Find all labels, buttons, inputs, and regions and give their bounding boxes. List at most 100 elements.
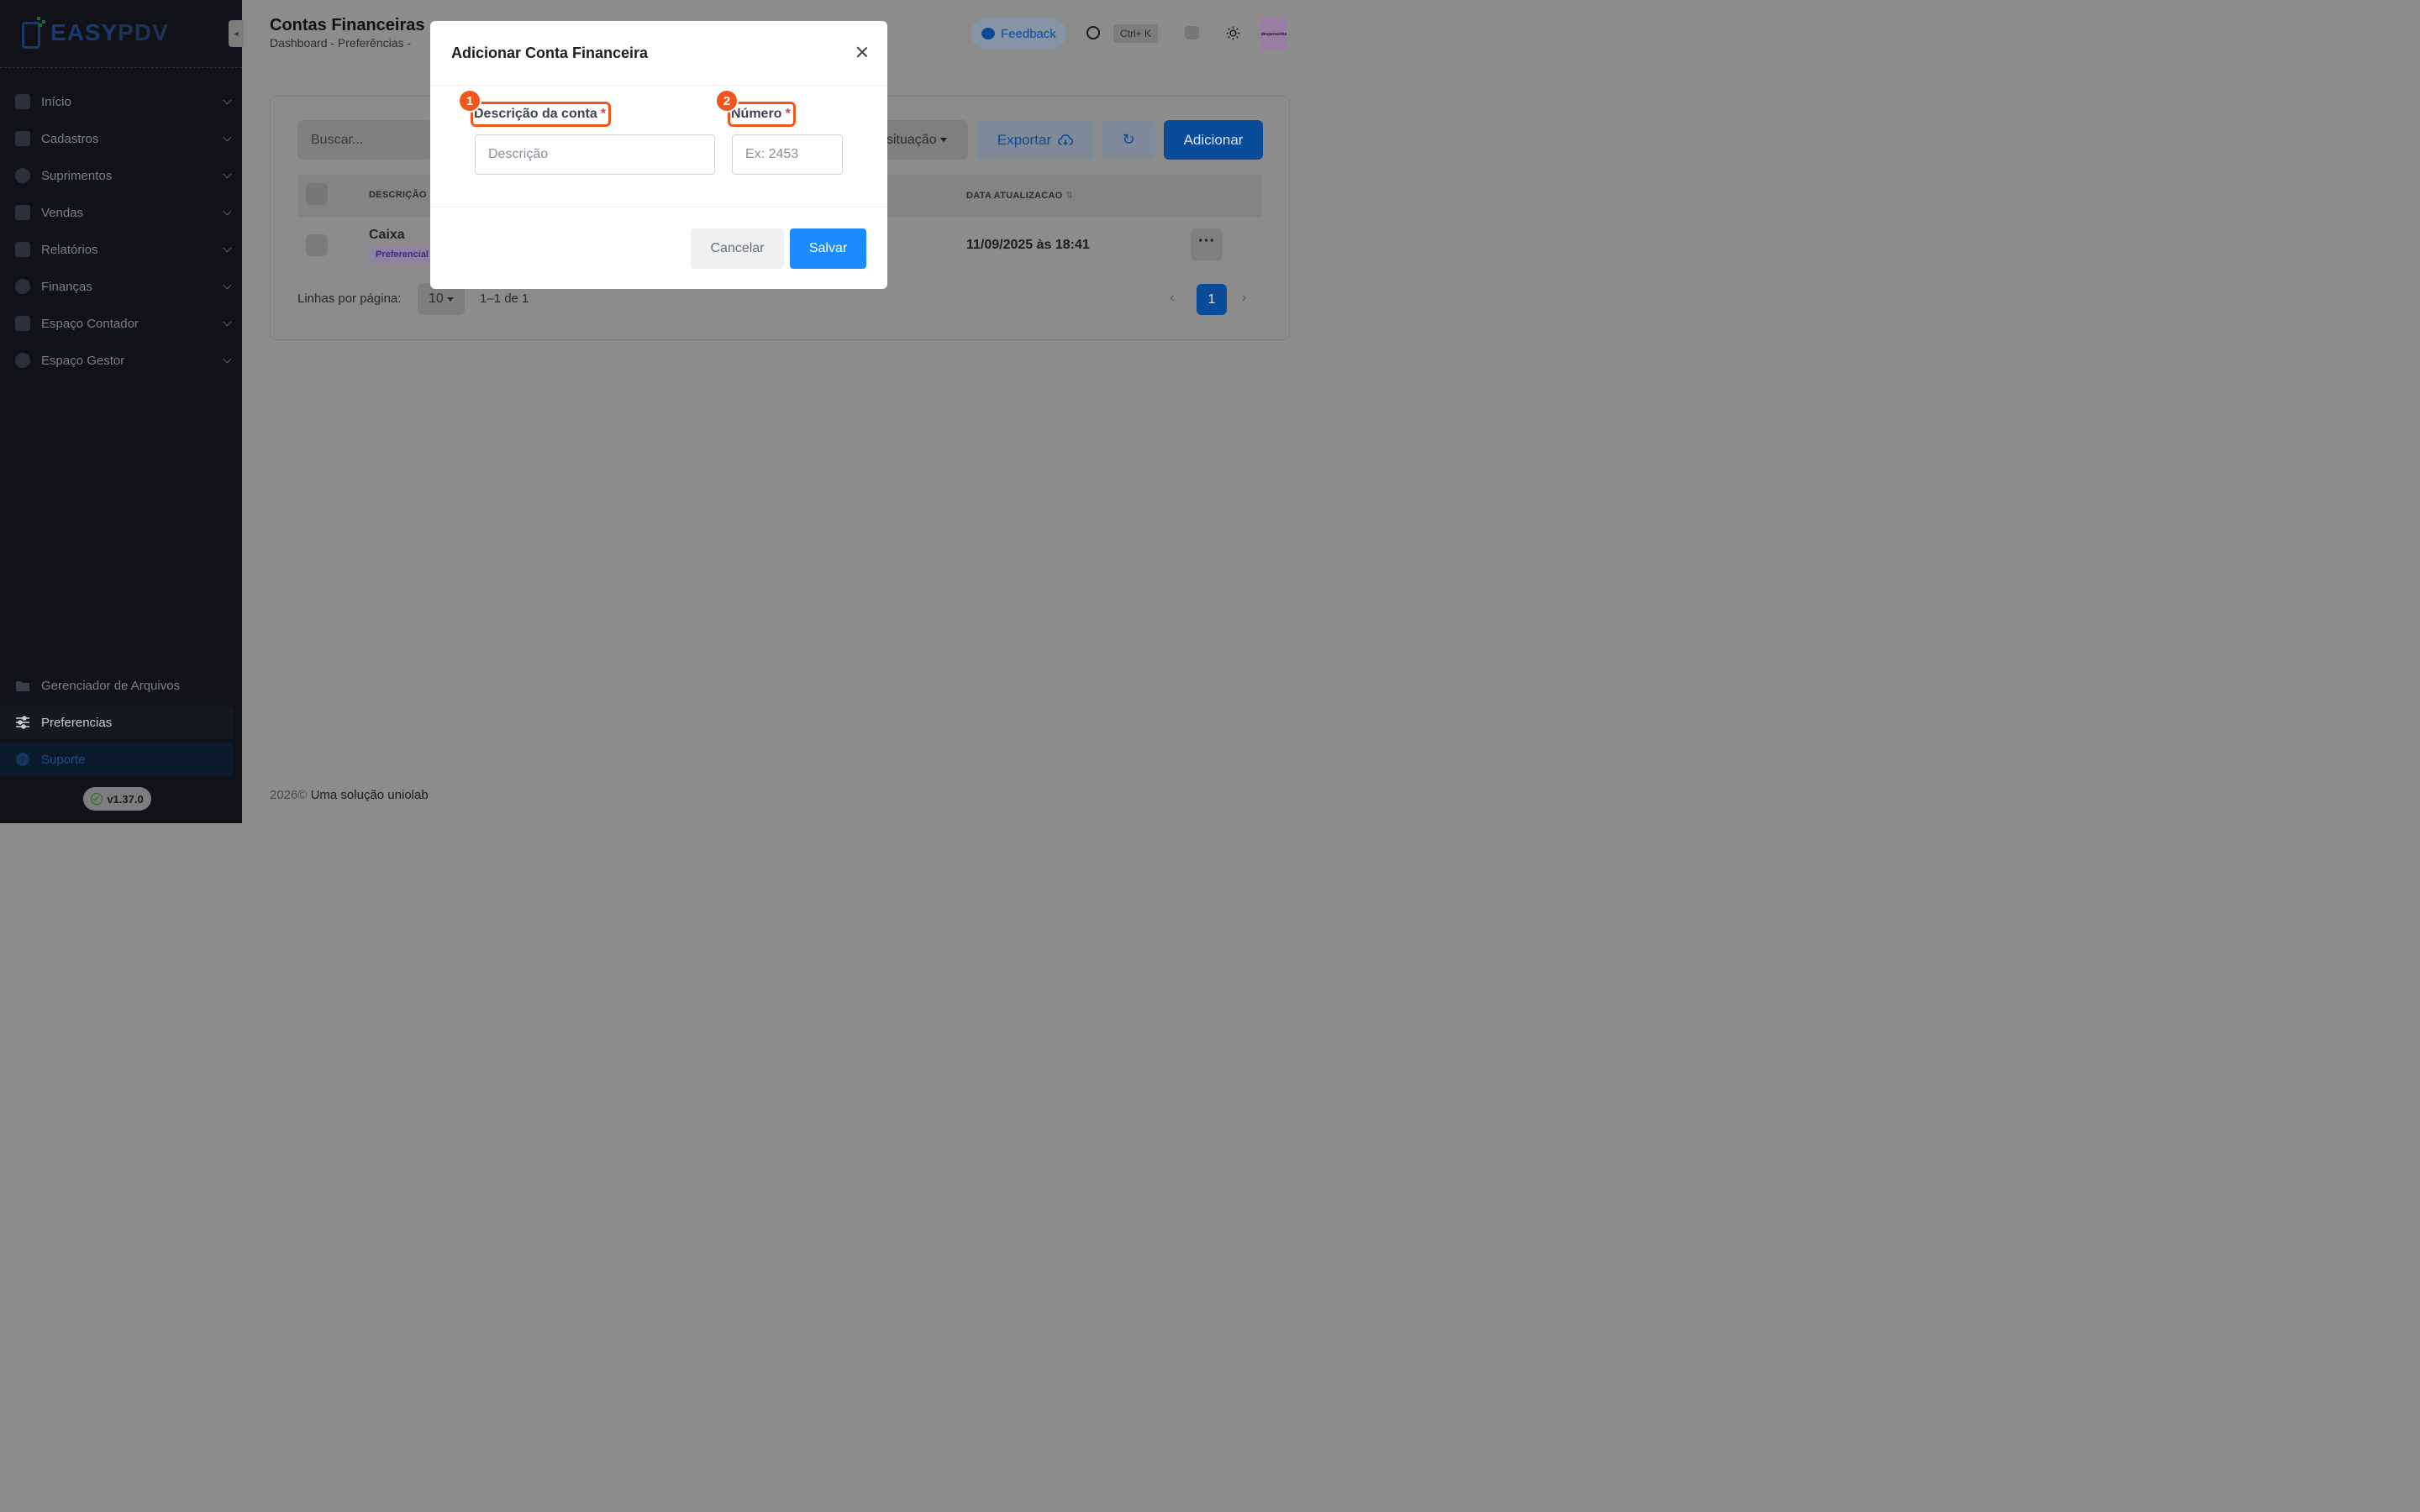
required-mark: * [600,107,606,121]
chevron-down-icon [223,244,232,253]
shortcut-badge: Ctrl+ K [1113,24,1158,43]
chevron-down-icon [223,96,232,105]
description-input[interactable]: Descrição [475,134,715,175]
column-header-updated-label: DATA ATUALIZACAO [966,191,1063,201]
sidebar: EASYPDV Início Cadastros Suprimentos Ven… [0,0,242,823]
chevron-down-icon [223,318,232,327]
refresh-icon: ↻ [1122,131,1135,148]
sidebar-collapse-button[interactable]: ◂ [229,20,244,47]
modal-divider [430,85,887,86]
sidebar-item-label: Relatórios [41,242,98,257]
feedback-button[interactable]: Feedback [971,18,1066,49]
avatar-text: despensinha [1260,31,1287,37]
row-updated-date: 11/09/2025 às 18:41 [966,238,1090,252]
cash-register-icon [15,205,30,220]
search-input[interactable]: Buscar... [297,120,432,160]
description-field-label: Descrição da conta * [471,102,611,127]
logo-text-1: EASY [50,19,118,45]
refresh-button[interactable]: ↻ [1102,120,1155,160]
sidebar-item-preferencias[interactable]: Preferencias [0,706,234,739]
preferential-badge: Preferencial [369,246,435,263]
sidebar-nav: Início Cadastros Suprimentos Vendas Rela… [0,83,242,379]
sidebar-item-label: Espaço Gestor [41,353,125,368]
version-badge: v1.37.0 [83,787,151,811]
calculator-icon [15,316,30,331]
chevron-down-icon [223,170,232,179]
footer: 2026© Uma solução uniolab [270,788,429,802]
check-circle-icon [91,793,103,805]
modal-title: Adicionar Conta Financeira [451,45,649,61]
sidebar-item-label: Finanças [41,279,92,294]
field-label-text: Número [731,107,782,121]
version-text: v1.37.0 [107,792,144,806]
more-horizontal-icon: ··· [1198,232,1215,250]
rows-per-page-label: Linhas por página: [297,291,402,306]
sidebar-item-suporte[interactable]: ? Suporte [0,743,234,776]
sliders-icon [16,716,29,729]
sidebar-item-suprimentos[interactable]: Suprimentos [0,157,242,194]
help-icon: ? [16,753,29,766]
sidebar-item-label: Espaço Contador [41,316,139,331]
sidebar-item-vendas[interactable]: Vendas [0,194,242,231]
notification-icon[interactable] [1185,26,1199,39]
sidebar-item-espaco-contador[interactable]: Espaço Contador [0,305,242,342]
logo-text-2: PDV [118,19,169,45]
number-field-label: Número * [728,102,796,127]
sidebar-item-inicio[interactable]: Início [0,83,242,120]
pagination-range: 1–1 de 1 [480,291,529,306]
sidebar-item-label: Suprimentos [41,168,113,183]
sidebar-divider [0,67,242,68]
caret-down-icon [939,138,947,142]
sidebar-item-cadastros[interactable]: Cadastros [0,120,242,157]
sidebar-item-file-manager[interactable]: Gerenciador de Arquivos [0,669,234,702]
sidebar-item-relatorios[interactable]: Relatórios [0,231,242,268]
sidebar-item-label: Suporte [41,752,86,767]
export-label: Exportar [997,131,1052,148]
sidebar-item-label: Início [41,94,71,109]
logo-icon [20,17,45,49]
folder-icon [16,681,29,691]
chevron-down-icon [223,354,232,364]
chevron-down-icon [223,281,232,290]
annotation-marker: 2 [715,89,739,113]
annotation-marker: 1 [458,89,481,113]
sidebar-item-label: Preferencias [41,715,113,730]
search-icon[interactable] [1086,26,1100,39]
chevron-down-icon [223,207,232,216]
sidebar-item-label: Gerenciador de Arquivos [41,678,181,693]
status-filter[interactable]: situação [874,120,968,160]
sidebar-item-financas[interactable]: Finanças [0,268,242,305]
column-header-updated[interactable]: DATA ATUALIZACAO ⇅ [966,190,1073,201]
row-actions-button[interactable]: ··· [1191,228,1223,260]
column-header-description[interactable]: DESCRIÇÃO [369,190,427,200]
manager-icon [15,353,30,368]
page-button-current[interactable]: 1 [1197,284,1227,315]
grid-icon [15,94,30,109]
breadcrumb[interactable]: Dashboard - Preferências - [270,36,411,50]
avatar[interactable]: despensinha [1260,18,1287,50]
chevron-right-icon[interactable]: › [1242,291,1255,307]
select-all-checkbox[interactable] [306,183,328,205]
row-description: Caixa [369,228,405,242]
required-mark: * [785,107,791,121]
sun-icon[interactable] [1226,26,1240,40]
svg-text:?: ? [20,755,25,765]
save-button[interactable]: Salvar [790,228,866,269]
cancel-button[interactable]: Cancelar [691,228,784,269]
chevron-left-icon[interactable]: ‹ [1170,291,1183,307]
caret-down-icon [446,297,454,302]
close-icon[interactable] [855,45,869,59]
sidebar-item-espaco-gestor[interactable]: Espaço Gestor [0,342,242,379]
filter-label: situação [886,132,937,147]
add-account-modal: Adicionar Conta Financeira Descrição da … [430,21,887,289]
export-button[interactable]: Exportar [977,120,1093,160]
chart-icon [15,242,30,257]
app-logo[interactable]: EASYPDV [20,17,169,49]
box-icon [15,168,30,183]
add-button[interactable]: Adicionar [1164,120,1263,160]
number-input[interactable]: Ex: 2453 [732,134,843,175]
rows-per-page-value: 10 [429,291,444,306]
sidebar-item-label: Cadastros [41,131,99,146]
field-label-text: Descrição da conta [474,107,597,121]
row-checkbox[interactable] [306,234,328,256]
